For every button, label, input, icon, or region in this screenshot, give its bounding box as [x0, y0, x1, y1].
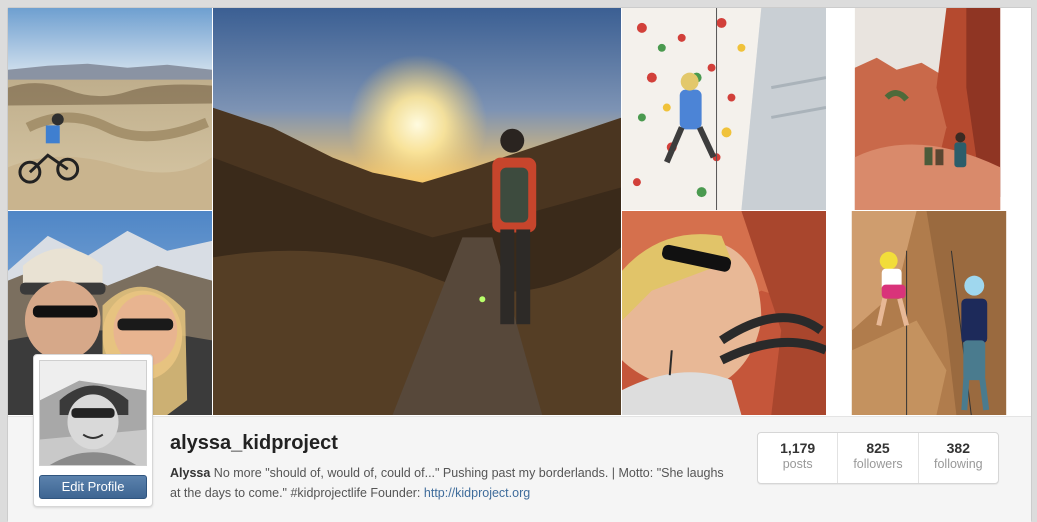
photo-sunset-hiker[interactable]	[213, 8, 622, 416]
profile-username: alyssa_kidproject	[170, 432, 338, 454]
stat-following-label: following	[934, 457, 983, 471]
photo-collage	[8, 8, 1031, 416]
stat-posts[interactable]: 1,179 posts	[758, 433, 839, 483]
profile-bio: Alyssa No more "should of, would of, cou…	[170, 463, 730, 503]
photo-climbing-gym[interactable]	[622, 8, 827, 211]
photo-climber-selfie[interactable]	[622, 211, 827, 416]
photo-bike-park[interactable]	[8, 8, 213, 211]
avatar[interactable]	[39, 360, 147, 466]
stat-following[interactable]: 382 following	[919, 433, 998, 483]
stat-following-count: 382	[946, 440, 970, 456]
stat-followers-count: 825	[866, 440, 890, 456]
profile-display-name: Alyssa	[170, 466, 211, 480]
stat-posts-count: 1,179	[780, 440, 816, 456]
stat-followers-label: followers	[853, 457, 903, 471]
photo-red-rock-canyon[interactable]	[827, 8, 1031, 211]
profile-website-link[interactable]: http://kidproject.org	[424, 486, 530, 500]
stat-followers[interactable]: 825 followers	[838, 433, 919, 483]
profile-stats: 1,179 posts 825 followers 382 following	[757, 432, 999, 484]
photo-kids-climbing[interactable]	[827, 211, 1031, 416]
profile-avatar-card: Edit Profile	[33, 354, 153, 507]
stat-posts-label: posts	[782, 457, 813, 471]
edit-profile-button[interactable]: Edit Profile	[39, 475, 147, 499]
